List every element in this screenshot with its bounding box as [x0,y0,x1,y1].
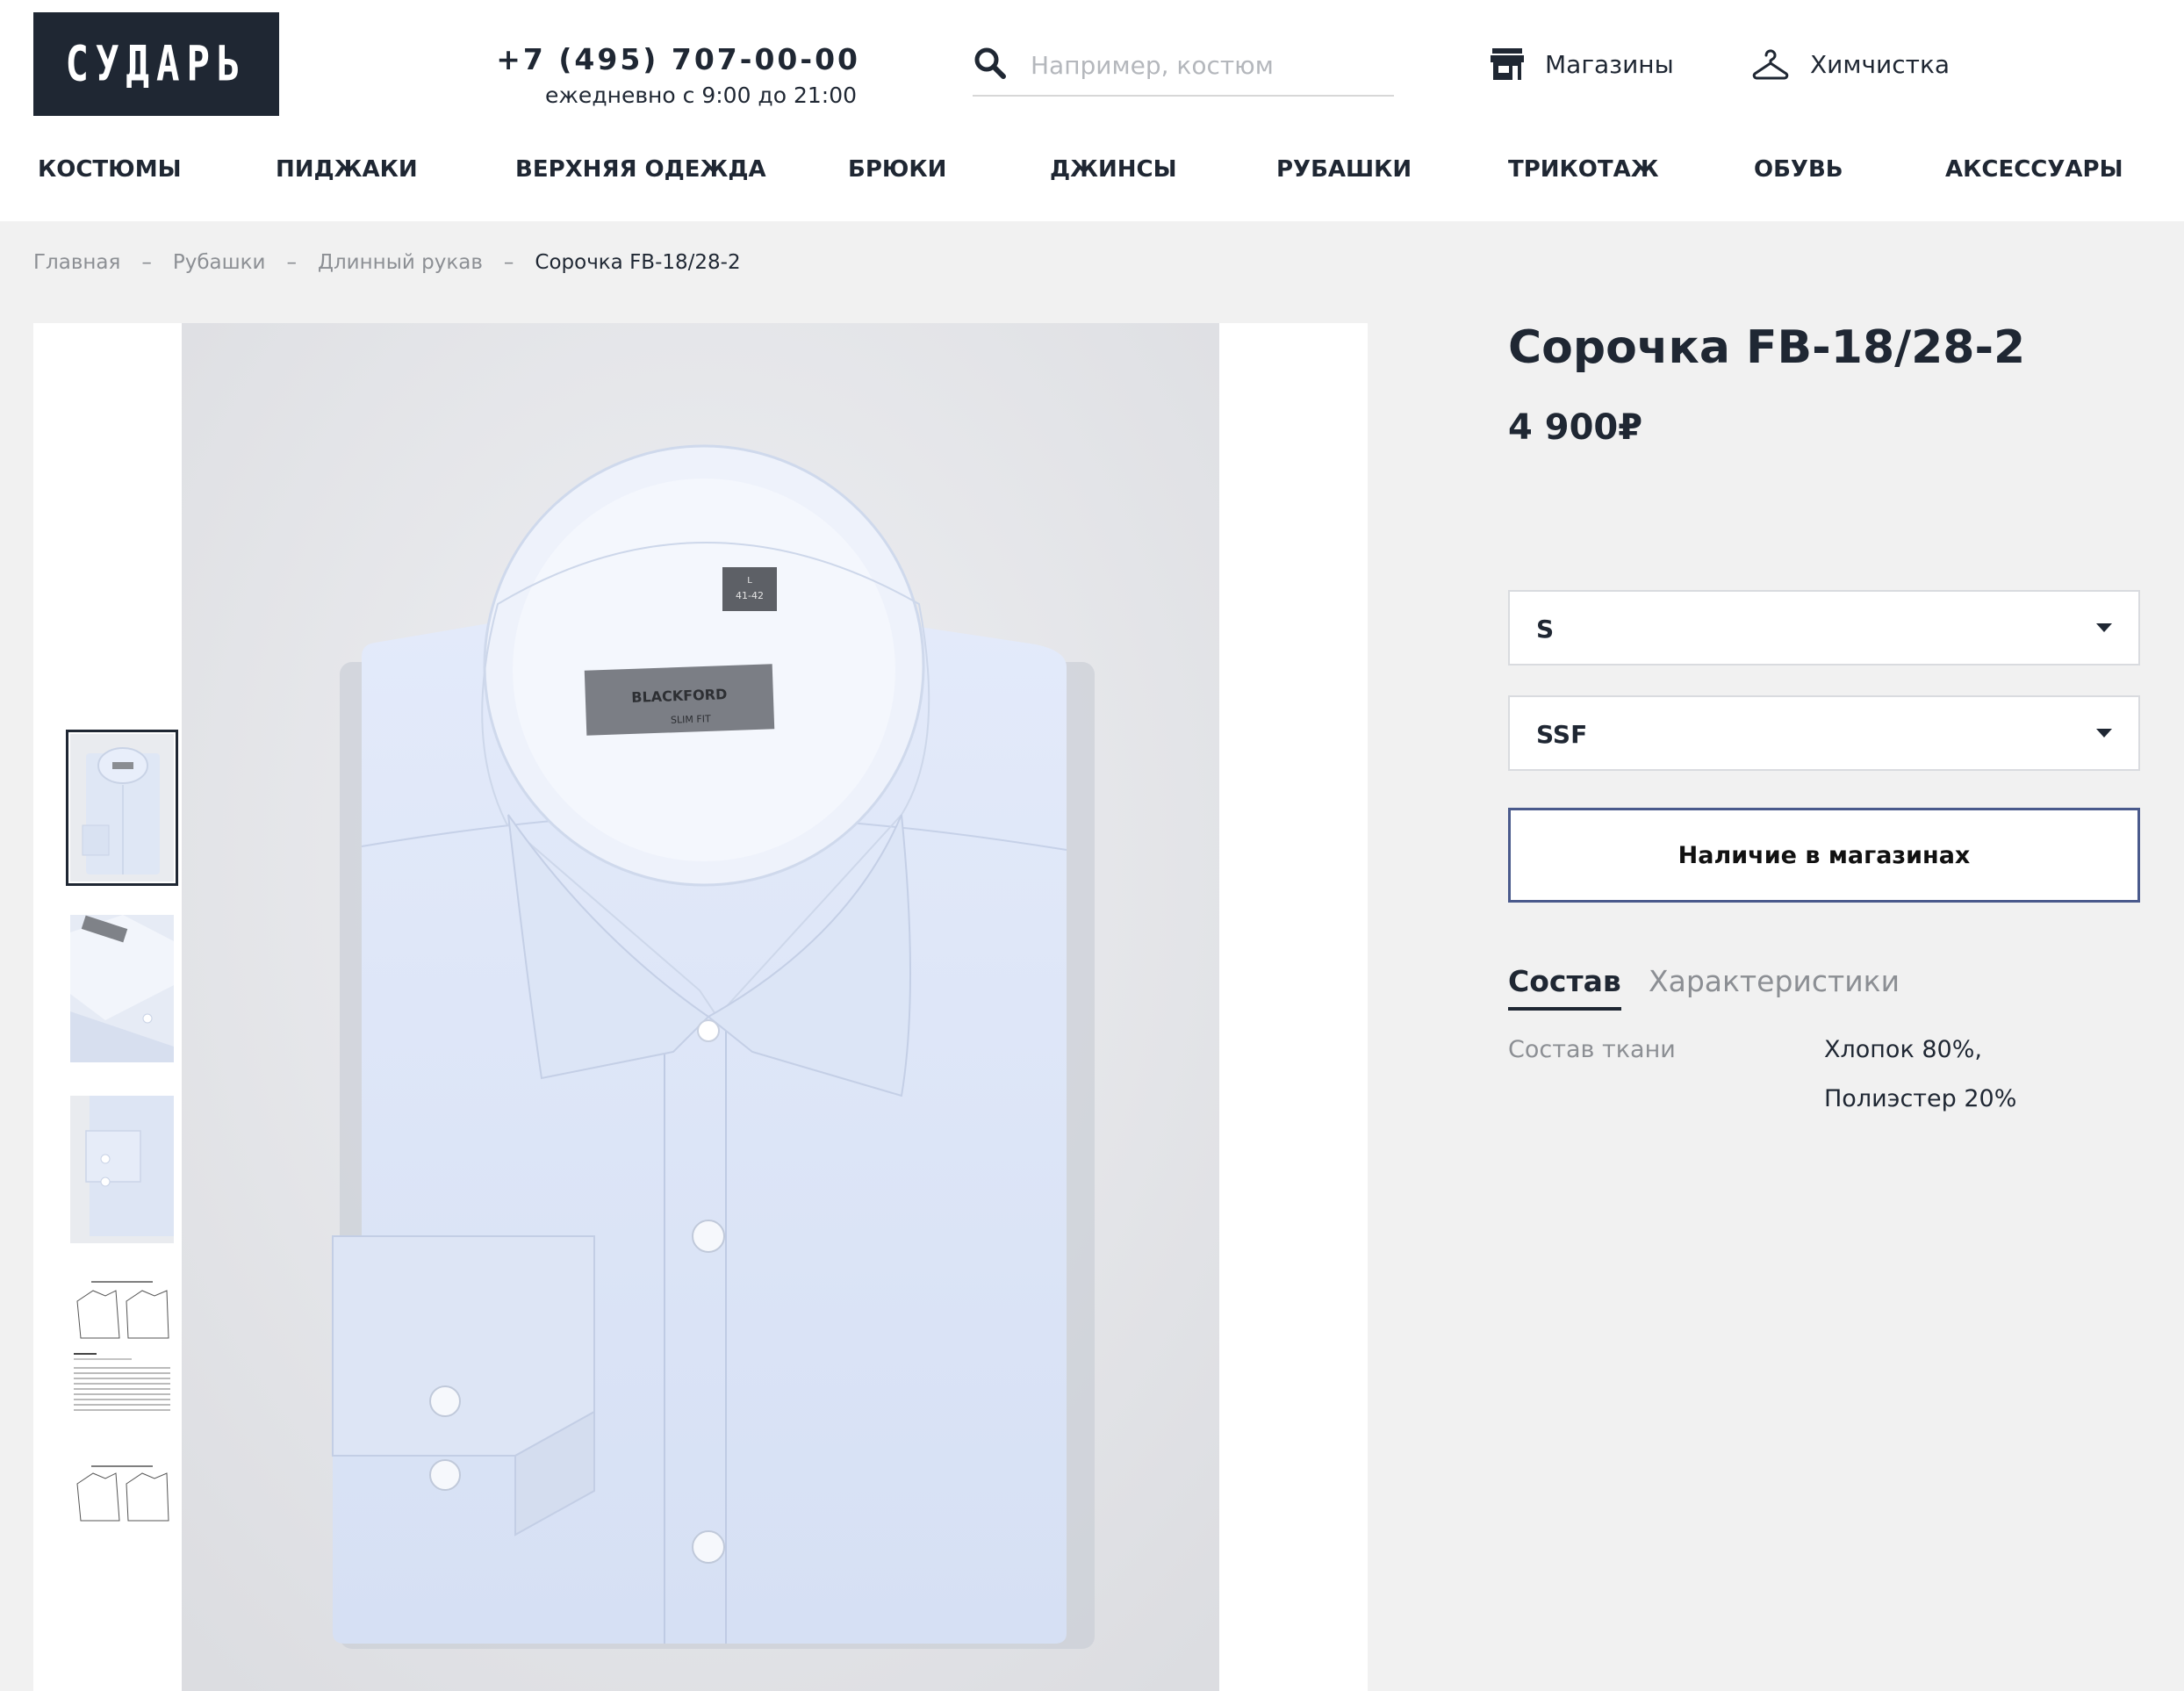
breadcrumb-separator: – [286,251,298,274]
site-header: СУДАРЬ +7 (495) 707-00-00 ежедневно с 9:… [0,0,2184,221]
composition-label: Состав ткани [1508,1036,1676,1063]
nav-item-shoes[interactable]: ОБУВЬ [1754,156,1843,183]
breadcrumb: Главная – Рубашки – Длинный рукав – Соро… [33,251,741,274]
store-icon [1491,48,1524,80]
shirt-photo: BLACKFORD SLIM FIT L 41-42 [182,323,1219,1691]
store-availability-button[interactable]: Наличие в магазинах [1508,808,2140,903]
size-select-value: S [1536,615,1555,644]
stores-link[interactable]: Магазины [1491,42,1674,86]
main-nav: КОСТЮМЫ ПИДЖАКИ ВЕРХНЯЯ ОДЕЖДА БРЮКИ ДЖИ… [0,156,2184,191]
nav-item-knitwear[interactable]: ТРИКОТАЖ [1508,156,1659,183]
breadcrumb-long-sleeve[interactable]: Длинный рукав [318,251,483,274]
fit-select-value: SSF [1536,720,1588,749]
shirt-label-fit: SLIM FIT [671,713,711,726]
thumbnail-collar-image [70,915,174,1062]
thumbnail-sketch-image [70,1457,174,1605]
stores-label: Магазины [1545,49,1674,79]
breadcrumb-shirts[interactable]: Рубашки [173,251,266,274]
search-icon[interactable] [973,46,1008,81]
thumbnail-collar-detail[interactable] [70,915,174,1062]
drycleaning-label: Химчистка [1810,49,1951,79]
chevron-down-icon [2096,623,2112,632]
nav-item-accessories[interactable]: АКСЕССУАРЫ [1945,156,2123,183]
nav-item-shirts[interactable]: РУБАШКИ [1276,156,1412,183]
nav-item-jeans[interactable]: ДЖИНСЫ [1050,156,1177,183]
search-input[interactable] [1031,46,1382,84]
logo[interactable]: СУДАРЬ [33,12,279,116]
breadcrumb-separator: – [503,251,514,274]
product-title: Сорочка FB-18/28-2 [1508,321,2026,374]
composition-value: Полиэстер 20% [1824,1085,2017,1112]
tab-composition[interactable]: Состав [1508,964,1621,1011]
thumbnail-cuff-image [70,1096,174,1243]
fit-select[interactable]: SSF [1508,695,2140,771]
chevron-down-icon [2096,729,2112,738]
thumbnail-size-chart-image [70,1277,174,1424]
breadcrumb-separator: – [141,251,152,274]
size-tag-top: L [747,576,752,586]
hanger-icon [1752,49,1789,80]
breadcrumb-current: Сорочка FB-18/28-2 [535,251,741,274]
thumbnail-front-image [70,734,174,881]
composition-value: Хлопок 80%, [1824,1036,1982,1063]
thumbnail-front[interactable] [66,730,178,886]
nav-item-jackets[interactable]: ПИДЖАКИ [276,156,418,183]
nav-item-trousers[interactable]: БРЮКИ [848,156,946,183]
breadcrumb-home[interactable]: Главная [33,251,120,274]
drycleaning-link[interactable]: Химчистка [1752,42,1950,86]
product-gallery: BLACKFORD SLIM FIT L 41-42 [33,323,1368,1691]
thumbnail-size-chart[interactable] [70,1277,174,1424]
logo-text: СУДАРЬ [65,36,248,92]
thumbnail-sketch[interactable] [70,1457,174,1605]
main-product-photo[interactable]: BLACKFORD SLIM FIT L 41-42 [182,323,1219,1691]
nav-item-outerwear[interactable]: ВЕРХНЯЯ ОДЕЖДА [515,156,766,183]
search-box [973,39,1394,97]
size-tag-bottom: 41-42 [736,590,764,601]
nav-item-suits[interactable]: КОСТЮМЫ [38,156,182,183]
size-select[interactable]: S [1508,590,2140,666]
shirt-label-brand: BLACKFORD [631,686,728,706]
phone-hours: ежедневно с 9:00 до 21:00 [545,83,857,108]
phone-number[interactable]: +7 (495) 707-00-00 [492,42,860,76]
product-price: 4 900₽ [1508,407,1643,448]
thumbnail-cuff-detail[interactable] [70,1096,174,1243]
tab-characteristics[interactable]: Характеристики [1649,964,1900,998]
